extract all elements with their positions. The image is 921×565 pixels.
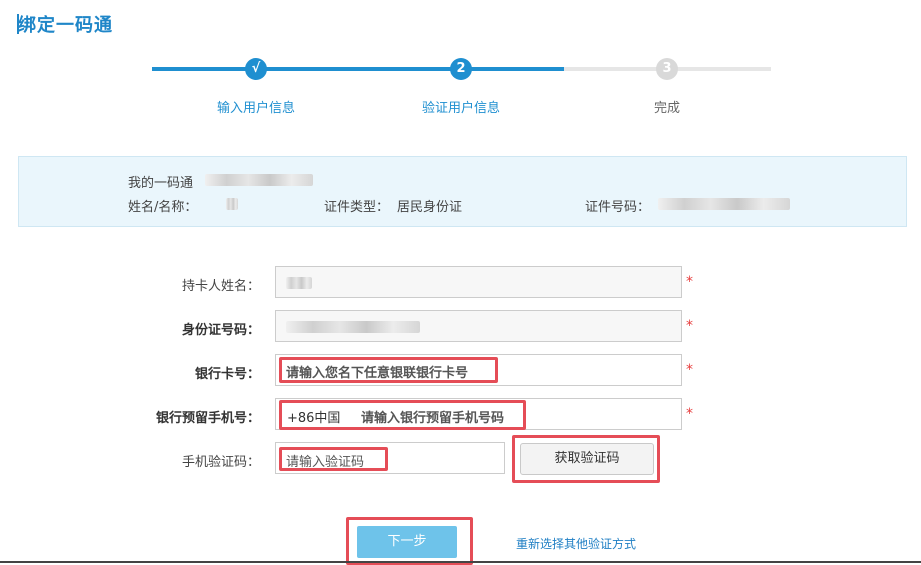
user-info-panel [18, 156, 907, 227]
id-number-label: 证件号码： [585, 200, 651, 215]
required-mark: * [686, 274, 693, 290]
required-mark: * [686, 318, 693, 334]
step-3-circle: 3 [656, 58, 678, 80]
id-number-field-value-redacted [286, 321, 420, 333]
sms-code-placeholder: 请输入验证码 [286, 455, 365, 470]
my-code-label: 我的一码通 [128, 176, 194, 191]
page-title: 绑定一码通 [18, 15, 113, 36]
name-label: 姓名/名称： [128, 200, 198, 215]
id-number-field[interactable] [275, 310, 682, 342]
step-2-label: 验证用户信息 [421, 101, 500, 116]
alt-verify-link[interactable]: 重新选择其他验证方式 [516, 535, 636, 552]
phone-placeholder: 请输入银行预留手机号码 [361, 411, 505, 426]
step-3-label: 完成 [653, 101, 680, 116]
phone-label: 银行预留手机号： [155, 411, 260, 426]
holder-name-field[interactable] [275, 266, 682, 298]
progress-track-completed [152, 67, 564, 71]
step-1-check-icon: √ [245, 58, 267, 80]
my-code-value-redacted [205, 174, 313, 186]
name-value-redacted [226, 198, 238, 210]
step-2-circle: 2 [450, 58, 472, 80]
holder-name-value-redacted [286, 277, 312, 289]
next-button[interactable]: 下一步 [357, 526, 457, 558]
holder-name-label: 持卡人姓名： [181, 279, 260, 294]
get-code-button[interactable]: 获取验证码 [520, 443, 654, 475]
id-number-form-label: 身份证号码： [181, 323, 260, 338]
bank-card-placeholder: 请输入您名下任意银联银行卡号 [286, 366, 469, 381]
required-mark: * [686, 406, 693, 422]
step-1-label: 输入用户信息 [216, 101, 295, 116]
id-number-value-redacted [658, 198, 790, 210]
bank-card-label: 银行卡号： [194, 367, 260, 382]
id-type-label: 证件类型： [324, 200, 390, 215]
sms-code-label: 手机验证码： [181, 455, 260, 470]
id-type-value: 居民身份证 [397, 200, 463, 215]
country-code-select[interactable]: +86中国 [287, 407, 340, 426]
required-mark: * [686, 362, 693, 378]
